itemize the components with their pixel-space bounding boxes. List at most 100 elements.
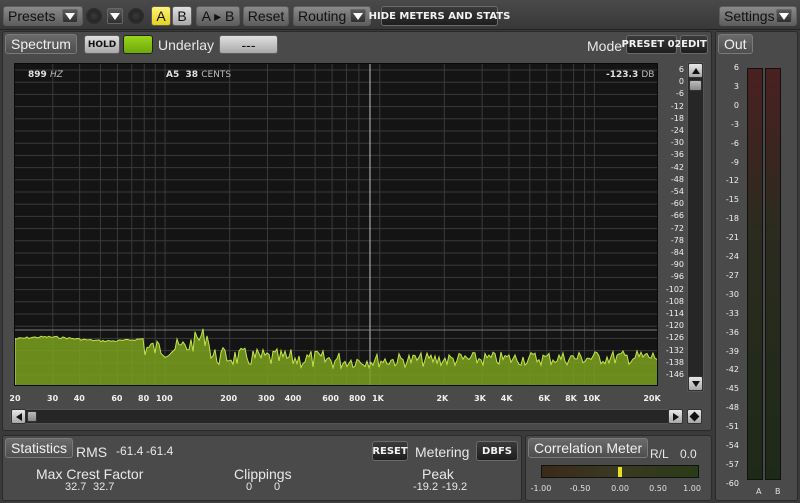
rms-left-value: -61.4 [116,444,144,458]
metering-select[interactable]: DBFS [476,441,518,461]
presets-label: Presets [8,8,56,24]
crest-label: Max Crest Factor [36,466,144,482]
freq-tick: 2K [436,394,449,403]
grid-lines [15,64,657,385]
freq-tick: 20K [643,394,661,403]
correlation-meter-bar [541,465,699,478]
chevron-down-icon [62,9,78,23]
db-tick: -6 [676,89,684,99]
routing-label: Routing [298,8,347,24]
horizontal-scroll-thumb[interactable] [27,411,37,422]
db-tick: 0 [678,77,684,87]
db-tick: -78 [670,235,684,245]
chevron-down-icon [110,12,120,20]
out-tick: -3 [731,119,739,129]
freq-tick: 200 [220,394,238,403]
freq-tick: 10K [583,394,601,403]
readout-note-value: A5 [166,70,180,80]
vertical-scroll-thumb[interactable] [689,80,702,91]
reset-button[interactable]: Reset [243,6,289,26]
underlay-label: Underlay [158,37,215,53]
crest-left-value: 32.7 [65,481,87,493]
readout-freq: 899 HZ [28,70,63,80]
db-tick: -138 [665,357,684,367]
readout-note: A5 38 CENTS [166,70,231,80]
out-tick: -15 [725,195,739,205]
db-tick: -120 [665,321,684,331]
correlation-tick: 0.00 [611,484,629,493]
scroll-down-button[interactable] [688,376,703,391]
zoom-fit-button[interactable] [687,409,702,424]
out-tick: -48 [725,403,739,413]
readout-db-value: -123.3 [606,70,639,80]
db-tick: -36 [670,150,684,160]
vertical-scrollbar[interactable] [687,62,704,392]
freq-tick: 60 [111,394,123,403]
peak-label: Peak [422,466,454,482]
out-tick: 3 [733,81,739,91]
db-tick: -42 [670,162,684,172]
freq-tick: 100 [155,394,173,403]
spectrum-tab: Spectrum [5,34,77,54]
db-tick: -72 [670,223,684,233]
underlay-select[interactable]: --- [219,35,278,54]
power-icon[interactable] [128,8,144,24]
correlation-tick: -1.00 [530,484,552,493]
out-tick: -54 [725,441,739,450]
settings-button[interactable]: Settings [719,6,797,26]
out-tick: -12 [725,176,739,186]
scroll-left-button[interactable] [11,409,26,424]
top-toolbar: Presets A B A ▸ B Reset Routing HIDE MET… [0,0,800,30]
out-tab: Out [718,34,753,54]
readout-db: -123.3 DB [606,70,654,80]
presets-button[interactable]: Presets [3,6,83,26]
db-tick: -90 [670,260,684,270]
settings-label: Settings [724,8,775,24]
hold-indicator[interactable] [123,35,153,54]
clip-left-value: 0 [246,481,253,493]
a-button[interactable]: A [151,6,171,26]
freq-tick: 3K [474,394,486,403]
freq-tick: 1K [372,394,384,403]
chevron-down-icon [350,9,366,23]
peak-left-value: -19.2 [413,481,439,493]
out-tick: -30 [725,289,739,299]
correlation-tab: Correlation Meter [528,438,649,458]
spectrum-display[interactable] [14,63,658,386]
scroll-right-button[interactable] [668,409,683,424]
arrow-up-icon [691,67,700,74]
hide-meters-button[interactable]: HIDE METERS AND STATS [369,6,510,26]
out-meter-a [747,68,763,480]
stats-reset-button[interactable]: RESET [372,441,408,461]
out-tick: -39 [725,346,739,356]
freq-tick: 6K [538,394,551,403]
menu-dropdown-button[interactable] [107,8,123,24]
db-tick: -66 [670,211,684,221]
freq-tick: 40 [73,394,85,403]
scroll-up-button[interactable] [688,63,703,78]
db-tick: -114 [665,309,684,318]
crest-right-value: 32.7 [93,481,115,493]
correlation-tick: 1.00 [683,484,701,493]
power-icon[interactable] [86,8,102,24]
peak-right-value: -19.2 [442,481,468,493]
db-tick: -18 [670,113,684,123]
db-tick: -60 [670,199,684,209]
b-button[interactable]: B [172,6,192,26]
correlation-needle [618,467,622,477]
out-tick: -18 [725,214,739,224]
a-to-b-button[interactable]: A ▸ B [196,6,240,26]
mode-edit-button[interactable]: EDIT [680,35,708,54]
mode-label: Mode [587,38,623,54]
db-tick: -126 [665,333,684,343]
hold-button[interactable]: HOLD [84,35,120,54]
routing-button[interactable]: Routing [293,6,371,26]
out-tick: -24 [725,252,739,261]
out-channel-b: B [775,487,781,496]
horizontal-scrollbar[interactable] [10,409,678,424]
out-tick: -9 [731,157,739,167]
out-tick: -42 [725,365,739,375]
freq-tick: 4K [500,394,513,403]
mode-preset-button[interactable]: PRESET 02 [621,35,682,54]
correlation-value: 0.0 [680,447,697,461]
